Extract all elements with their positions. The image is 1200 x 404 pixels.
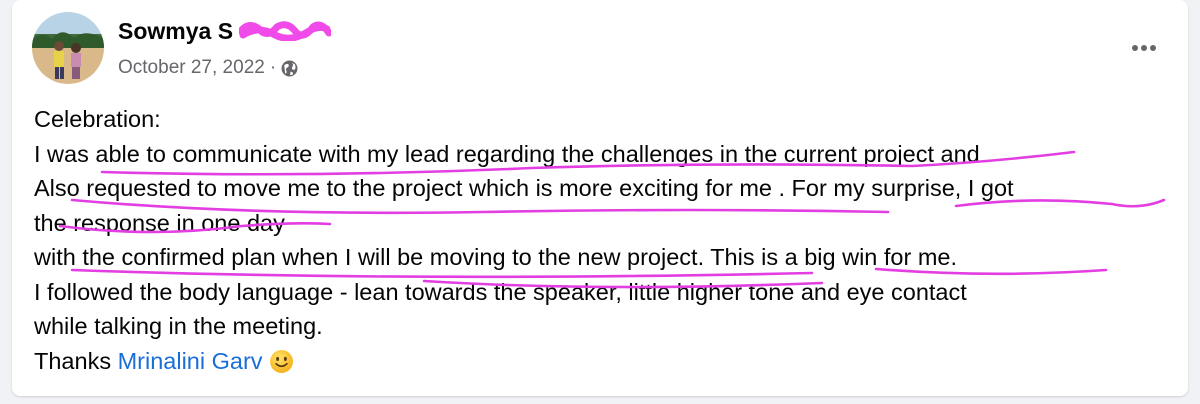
post-line: Also requested to move me to the project…	[34, 175, 1014, 201]
post-line: I followed the body language - lean towa…	[34, 278, 967, 305]
post-line: while talking in the meeting.	[34, 313, 323, 339]
post-line: with the confirmed plan when I will be m…	[34, 244, 958, 270]
redaction-scribble	[239, 21, 332, 41]
post-line: the response in one day	[34, 209, 285, 236]
meta-separator: ·	[269, 57, 277, 78]
avatar-photo	[32, 12, 104, 84]
more-options-icon	[1132, 45, 1156, 51]
thanks-line: Thanks Mrinalini Garv	[34, 344, 1184, 379]
post-line: I was able to communicate with my lead r…	[34, 140, 980, 167]
mention-link[interactable]: Mrinalini Garv	[118, 348, 263, 374]
post-card: Sowmya S October 27, 2022 · Celebration:…	[12, 0, 1188, 396]
post-meta: October 27, 2022 ·	[118, 57, 298, 79]
post-line: Celebration:	[34, 106, 161, 132]
globe-icon[interactable]	[281, 60, 298, 77]
author-name[interactable]: Sowmya S	[118, 18, 332, 45]
smiley-emoji-icon	[269, 349, 293, 373]
avatar[interactable]	[32, 12, 104, 84]
author-name-text: Sowmya S	[118, 18, 234, 44]
post-date[interactable]: October 27, 2022	[118, 57, 265, 79]
more-options-button[interactable]	[1126, 30, 1162, 66]
thanks-text: Thanks	[34, 347, 118, 374]
post-body: Celebration: I was able to communicate w…	[34, 102, 1184, 378]
